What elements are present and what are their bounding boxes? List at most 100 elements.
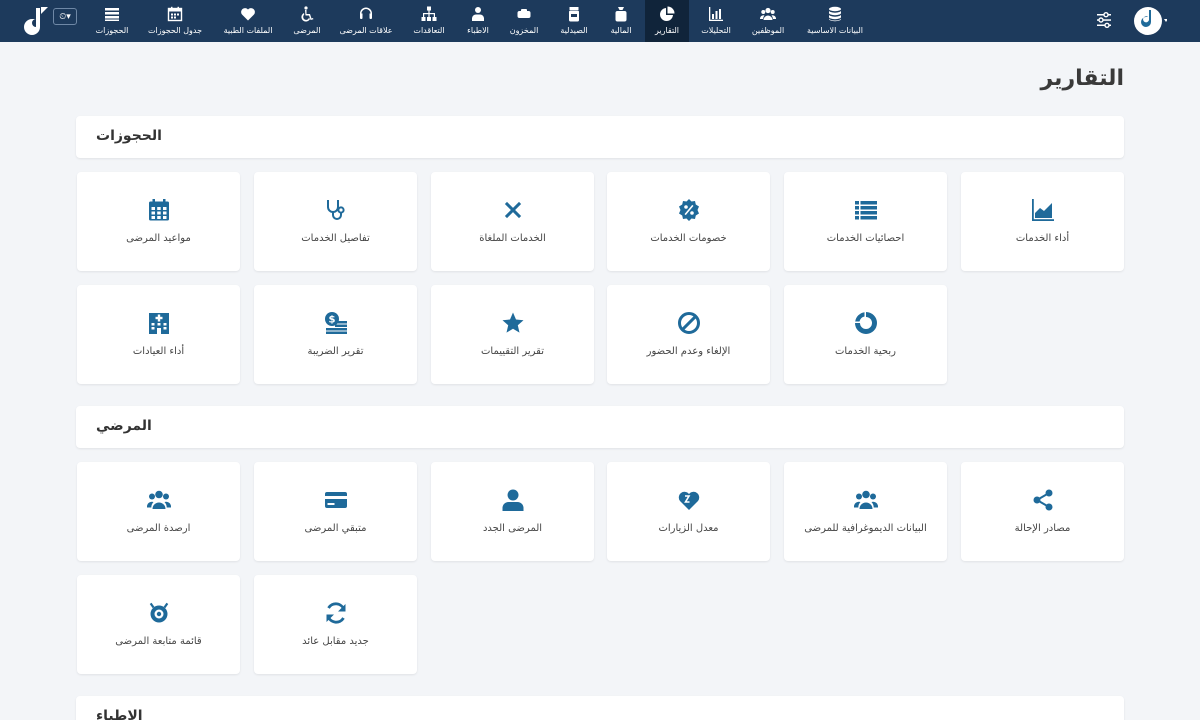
stethoscope-icon (326, 200, 345, 220)
report-card-new-vs-returning[interactable]: جديد مقابل عائد (254, 575, 417, 674)
heart-z-icon (678, 491, 699, 510)
medicine-icon (569, 7, 579, 22)
report-card-patient-follow-up-list[interactable]: قائمة متابعة المرضى (77, 575, 240, 674)
report-card-cancelled-services[interactable]: الخدمات الملغاة (431, 172, 594, 271)
nav-label: التحليلات (701, 26, 731, 35)
list-icon (105, 8, 119, 21)
report-card-ratings-report[interactable]: تقرير التقييمات (431, 285, 594, 384)
hospital-icon (148, 313, 169, 334)
nav-item-pharmacy[interactable]: الصيدلية (557, 0, 591, 42)
nav-item-medical-files[interactable]: الملفات الطبية (220, 0, 276, 42)
report-card-patient-balances[interactable]: ارصدة المرضى (77, 462, 240, 561)
report-card-clinics-performance[interactable]: أداء العيادات (77, 285, 240, 384)
calendar-icon (167, 6, 183, 22)
card-label: معدل الزيارات (658, 523, 719, 534)
report-card-referral-sources[interactable]: مصادر الإحالة (961, 462, 1124, 561)
section-header-bookings: الحجوزات (76, 116, 1124, 158)
users-icon (146, 490, 171, 509)
section-title: الاطباء (96, 708, 143, 720)
clock-dropdown[interactable]: ⏲ ▾ (53, 8, 77, 25)
card-label: تقرير التقييمات (480, 346, 545, 357)
card-label: تقرير الضريبة (307, 346, 364, 357)
times-icon (504, 201, 521, 219)
nav-item-doctors[interactable]: الاطباء (464, 0, 492, 42)
report-card-services-statistics[interactable]: احصائيات الخدمات (784, 172, 947, 271)
follow-up-icon (149, 602, 168, 623)
card-label: المرضى الجدد (482, 523, 543, 534)
report-card-cancellation-no-show[interactable]: الإلغاء وعدم الحضور (607, 285, 770, 384)
star-icon (502, 312, 523, 333)
card-label: متبقي المرضى (304, 523, 367, 534)
nav-label: الموظفين (751, 26, 785, 35)
doctor-icon (472, 7, 484, 21)
nav-item-patients[interactable]: المرضى (289, 0, 325, 42)
section-header-doctors: الاطباء (76, 696, 1124, 720)
card-label: البيانات الديموغرافية للمرضى (804, 523, 927, 534)
nav-label: الملفات الطبية (223, 26, 273, 35)
report-card-services-profitability[interactable]: ربحية الخدمات (784, 285, 947, 384)
svg-text:$: $ (328, 315, 335, 326)
share-icon (1033, 489, 1052, 511)
report-card-new-patients[interactable]: المرضى الجدد (431, 462, 594, 561)
wheelchair-icon (301, 6, 314, 22)
headset-icon (360, 7, 372, 19)
nav-item-employees[interactable]: الموظفين (750, 0, 786, 42)
nav-label: الحجوزات (95, 26, 129, 35)
percent-badge-icon (678, 199, 699, 221)
nav-label: المخزون (509, 26, 539, 35)
card-label: الإلغاء وعدم الحضور (646, 346, 731, 357)
nav-label: الصيدلية (560, 26, 588, 35)
sitemap-icon (421, 6, 437, 21)
refresh-icon (326, 602, 345, 624)
clock-icon: ⏲ (59, 11, 67, 22)
user-avatar-icon[interactable] (1133, 4, 1167, 38)
nav-label: المالية (610, 26, 632, 35)
page-title: التقارير (1040, 66, 1125, 91)
list-icon (854, 201, 877, 220)
nav-label: المرضى (293, 26, 321, 35)
database-icon (829, 6, 841, 22)
users-icon (760, 7, 776, 20)
report-card-services-discounts[interactable]: خصومات الخدمات (607, 172, 770, 271)
donut-icon (854, 312, 877, 334)
nav-label: علاقات المرضى (339, 26, 393, 35)
nav-item-contracts[interactable]: التعاقدات (408, 0, 450, 42)
card-label: خصومات الخدمات (650, 233, 727, 244)
top-navbar: ⏲ ▾ الحجوزات جدول الحجوزات الملفات الطبية… (0, 0, 1200, 42)
nav-item-reports[interactable]: التقارير (645, 0, 689, 42)
nav-item-finance[interactable]: المالية (607, 0, 635, 42)
card-label: جديد مقابل عائد (302, 636, 369, 647)
report-card-visit-rate[interactable]: معدل الزيارات (607, 462, 770, 561)
report-card-services-details[interactable]: تفاصيل الخدمات (254, 172, 417, 271)
app-logo-icon[interactable] (18, 5, 50, 37)
nav-item-analytics[interactable]: التحليلات (699, 0, 733, 42)
area-chart-icon (1031, 199, 1054, 221)
nav-label: الاطباء (467, 26, 489, 35)
users-icon (853, 490, 878, 509)
box-icon (517, 9, 531, 18)
card-label: ربحية الخدمات (835, 346, 896, 357)
nav-item-patient-relations[interactable]: علاقات المرضى (339, 0, 393, 42)
card-label: قائمة متابعة المرضى (115, 636, 202, 647)
pie-chart-icon (660, 6, 675, 21)
report-card-services-performance[interactable]: أداء الخدمات (961, 172, 1124, 271)
report-card-patient-appointments[interactable]: مواعيد المرضى (77, 172, 240, 271)
section-title: الحجوزات (96, 128, 162, 144)
credit-card-icon (324, 492, 347, 508)
chevron-down-icon: ▾ (66, 11, 71, 22)
nav-item-basic-data[interactable]: البيانات الاساسية (806, 0, 864, 42)
report-card-patient-demographics[interactable]: البيانات الديموغرافية للمرضى (784, 462, 947, 561)
ban-icon (677, 312, 700, 334)
section-header-patients: المرضي (76, 406, 1124, 448)
report-card-tax-report[interactable]: $ تقرير الضريبة (254, 285, 417, 384)
nav-item-bookings[interactable]: الحجوزات (94, 0, 130, 42)
nav-label: التقارير (654, 26, 680, 35)
heart-icon (241, 8, 255, 21)
report-card-patient-remaining[interactable]: متبقي المرضى (254, 462, 417, 561)
nav-item-inventory[interactable]: المخزون (507, 0, 541, 42)
nav-label: جدول الحجوزات (147, 26, 203, 35)
nav-label: البيانات الاساسية (807, 26, 863, 35)
nav-item-booking-schedule[interactable]: جدول الحجوزات (148, 0, 202, 42)
card-label: ارصدة المرضى (126, 523, 191, 534)
settings-sliders-icon[interactable] (1094, 10, 1114, 30)
